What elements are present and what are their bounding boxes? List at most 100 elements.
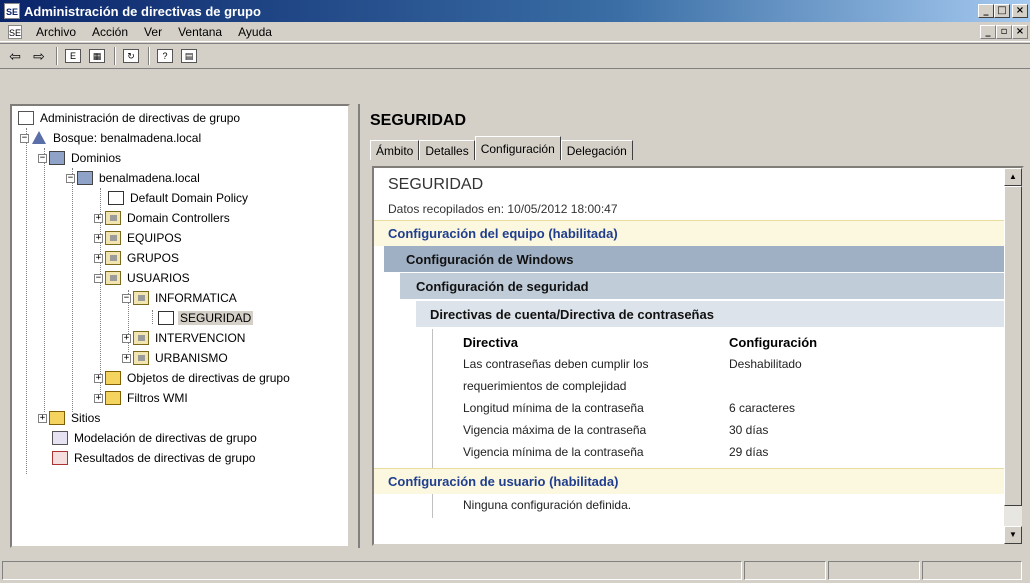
tab-configuracion[interactable]: Configuración	[474, 136, 561, 160]
tab-strip: Ámbito Detalles Configuración Delegación	[370, 136, 633, 160]
tree-item-gpo-objects[interactable]: + Objetos de directivas de grupo	[94, 368, 292, 388]
tree-item-domain[interactable]: − benalmadena.local	[66, 168, 202, 188]
toolbar-separator	[56, 47, 58, 65]
toolbar: ⇦ ⇨ E ▦ ↻ ? ▤	[0, 43, 1030, 69]
report-scrollbar[interactable]: ▲ ▼	[1004, 168, 1022, 544]
tree-item-intervencion[interactable]: + INTERVENCION	[122, 328, 247, 348]
forward-button[interactable]: ⇨	[28, 46, 50, 66]
column-header-setting: Configuración	[729, 335, 818, 350]
properties-icon: ▤	[181, 49, 197, 63]
windows-settings-header[interactable]: Configuración de Windows	[384, 246, 1004, 272]
expand-toggle[interactable]: +	[94, 213, 103, 223]
expand-toggle[interactable]: +	[94, 233, 103, 243]
properties-button[interactable]: ▤	[178, 46, 200, 66]
tree-item-seguridad[interactable]: SEGURIDAD	[158, 308, 254, 328]
tree-item-usuarios[interactable]: − USUARIOS	[94, 268, 192, 288]
scroll-up-button[interactable]: ▲	[1004, 168, 1022, 186]
tree-item-default-domain-policy[interactable]: Default Domain Policy	[108, 188, 250, 208]
ou-icon	[105, 231, 121, 245]
menu-ver[interactable]: Ver	[136, 25, 170, 39]
tree-item-label: URBANISMO	[155, 351, 228, 365]
menu-archivo[interactable]: Archivo	[28, 25, 84, 39]
menu-ayuda[interactable]: Ayuda	[230, 25, 280, 39]
console-tree[interactable]: Administración de directivas de grupo − …	[10, 104, 350, 548]
tree-item-equipos[interactable]: + EQUIPOS	[94, 228, 184, 248]
tree-item-label: EQUIPOS	[127, 231, 182, 245]
maximize-button[interactable]: □	[994, 4, 1010, 18]
no-settings-text: Ninguna configuración definida.	[463, 498, 632, 512]
tree-item-root[interactable]: Administración de directivas de grupo	[18, 108, 242, 128]
tree-item-label: Filtros WMI	[127, 391, 188, 405]
expand-toggle[interactable]: +	[94, 253, 103, 263]
tree-item-modeling[interactable]: Modelación de directivas de grupo	[52, 428, 259, 448]
mdi-controls: _ ▫ ×	[980, 24, 1028, 39]
expand-toggle[interactable]: +	[38, 413, 47, 423]
tab-delegacion[interactable]: Delegación	[560, 140, 633, 160]
policy-name: Vigencia mínima de la contraseña	[463, 445, 644, 459]
tab-detalles[interactable]: Detalles	[419, 140, 475, 160]
status-cell	[922, 561, 1022, 580]
toolbar-separator	[148, 47, 150, 65]
scroll-down-button[interactable]: ▼	[1004, 526, 1022, 544]
gpo-link-icon	[158, 311, 174, 325]
security-settings-header[interactable]: Configuración de seguridad	[400, 273, 1004, 299]
page-title: SEGURIDAD	[370, 112, 467, 129]
expand-toggle[interactable]: +	[94, 393, 103, 403]
close-button[interactable]: ×	[1012, 4, 1028, 18]
menu-ventana[interactable]: Ventana	[170, 25, 230, 39]
ou-icon	[133, 291, 149, 305]
tree-item-grupos[interactable]: + GRUPOS	[94, 248, 181, 268]
tree-item-label: SEGURIDAD	[178, 311, 254, 325]
tree-item-domain-controllers[interactable]: + Domain Controllers	[94, 208, 232, 228]
report-collected-date: Datos recopilados en: 10/05/2012 18:00:4…	[388, 202, 618, 216]
expand-toggle[interactable]: +	[94, 373, 103, 383]
tree-guide-line	[72, 168, 73, 412]
expand-toggle[interactable]: +	[122, 333, 131, 343]
tree-item-informatica[interactable]: − INFORMATICA	[122, 288, 239, 308]
mdi-minimize-button[interactable]: _	[980, 24, 996, 39]
collapse-toggle[interactable]: −	[38, 153, 47, 163]
details-pane: SEGURIDAD Ámbito Detalles Configuración …	[358, 104, 1030, 548]
tree-item-results[interactable]: Resultados de directivas de grupo	[52, 448, 257, 468]
mdi-close-button[interactable]: ×	[1012, 24, 1028, 39]
collapse-toggle[interactable]: −	[122, 293, 131, 303]
show-hide-tree-icon: ▦	[89, 49, 105, 63]
up-folder-icon: E	[65, 49, 81, 63]
up-folder-button[interactable]: E	[62, 46, 84, 66]
tree-item-sites[interactable]: + Sitios	[38, 408, 102, 428]
back-button[interactable]: ⇦	[4, 46, 26, 66]
mdi-restore-button[interactable]: ▫	[996, 24, 1012, 39]
tree-item-urbanismo[interactable]: + URBANISMO	[122, 348, 230, 368]
user-config-body: Ninguna configuración definida.	[432, 494, 1004, 518]
mdi-system-menu-icon[interactable]: SE	[8, 24, 22, 39]
ou-icon	[133, 351, 149, 365]
minimize-button[interactable]: _	[978, 4, 994, 18]
wmi-folder-icon	[105, 391, 121, 405]
scroll-thumb[interactable]	[1004, 186, 1022, 506]
tree-guide-line	[44, 148, 45, 412]
status-bar	[0, 558, 1030, 583]
policy-name: Longitud mínima de la contraseña	[463, 401, 644, 415]
collapse-toggle[interactable]: −	[66, 173, 75, 183]
help-button[interactable]: ?	[154, 46, 176, 66]
back-icon: ⇦	[9, 47, 21, 64]
tree-item-forest[interactable]: − Bosque: benalmadena.local	[20, 128, 203, 148]
tab-ambito[interactable]: Ámbito	[370, 140, 420, 160]
policy-setting: 29 días	[729, 445, 769, 459]
gpmc-app-icon[interactable]: SE	[4, 3, 20, 19]
collapse-toggle[interactable]: −	[20, 133, 29, 143]
tree-item-label: Dominios	[71, 151, 122, 165]
show-hide-tree-button[interactable]: ▦	[86, 46, 108, 66]
expand-toggle[interactable]: +	[122, 353, 131, 363]
help-icon: ?	[157, 49, 173, 63]
refresh-button[interactable]: ↻	[120, 46, 142, 66]
menu-accion[interactable]: Acción	[84, 25, 136, 39]
password-policy-header[interactable]: Directivas de cuenta/Directiva de contra…	[416, 301, 1004, 327]
collapse-toggle[interactable]: −	[94, 273, 103, 283]
computer-config-header[interactable]: Configuración del equipo (habilitada)	[374, 220, 1004, 246]
sites-folder-icon	[49, 411, 65, 425]
tree-item-domains[interactable]: − Dominios	[38, 148, 123, 168]
tree-item-wmi-filters[interactable]: + Filtros WMI	[94, 388, 190, 408]
policy-setting: 30 días	[729, 423, 769, 437]
user-config-header[interactable]: Configuración de usuario (habilitada)	[374, 468, 1004, 494]
